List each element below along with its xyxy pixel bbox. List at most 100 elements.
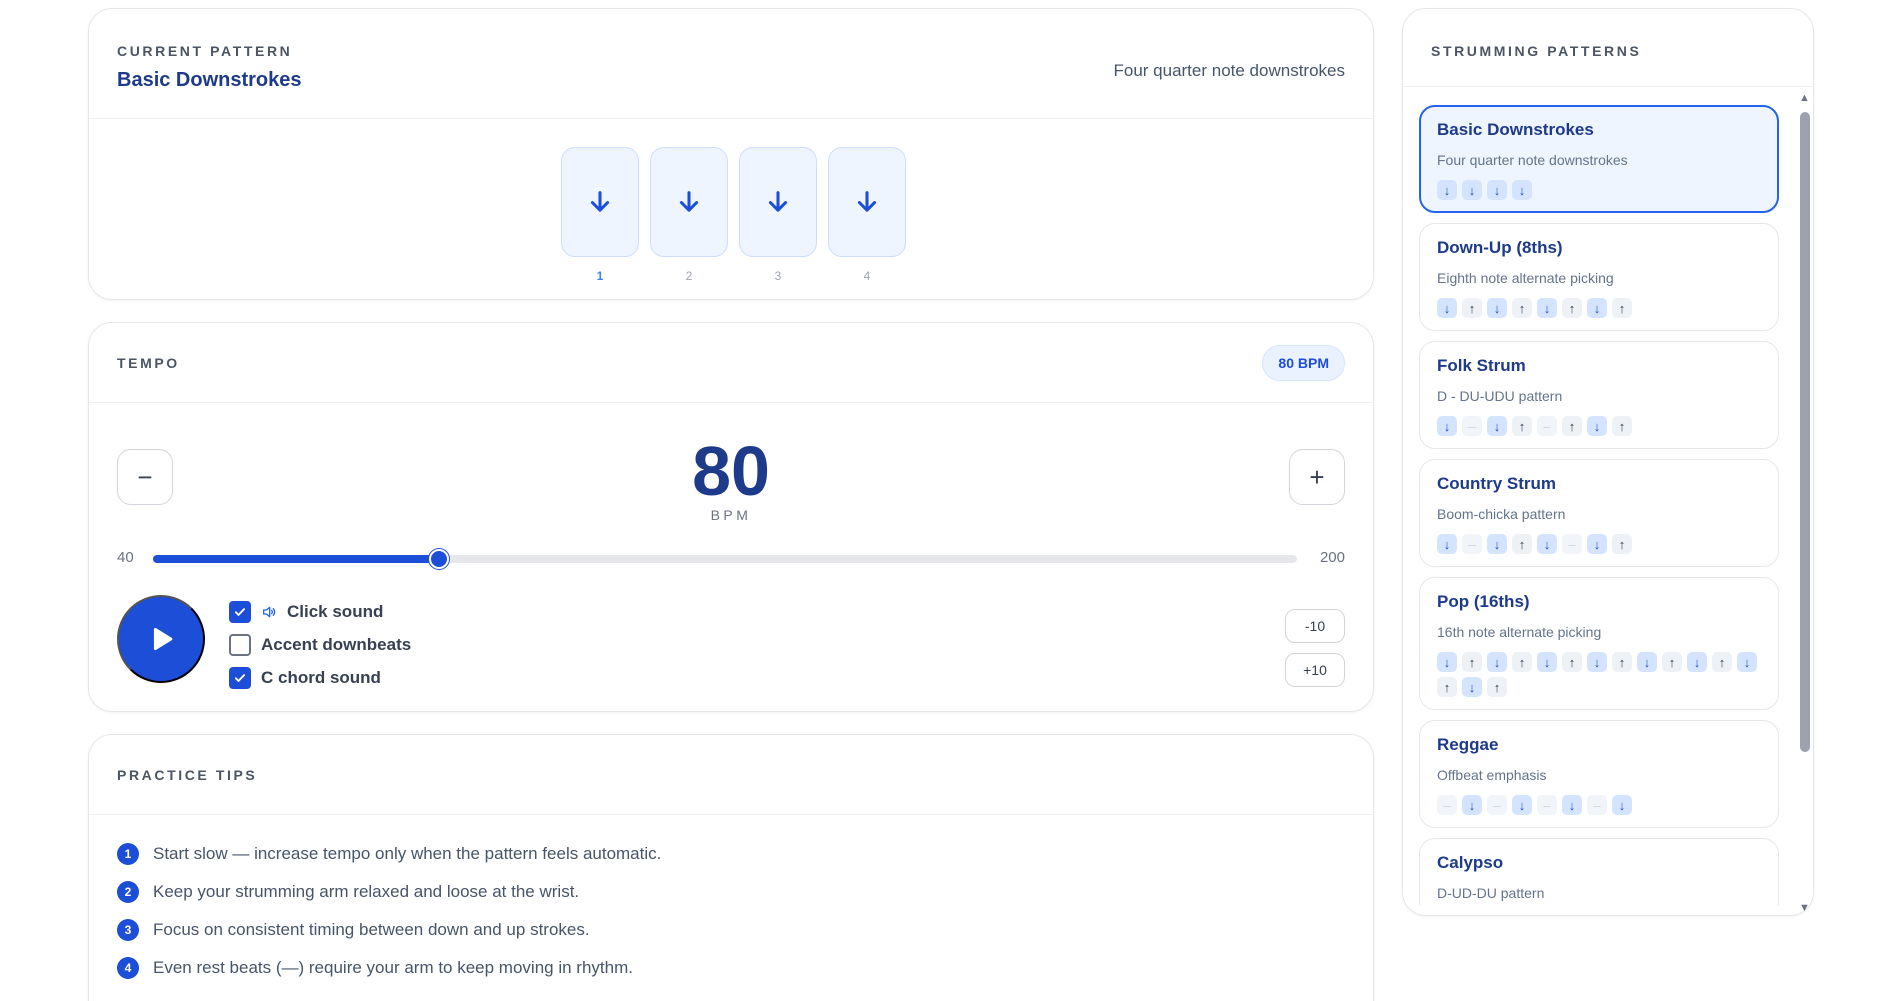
beat-3: 3 <box>739 147 817 283</box>
arrow-down-icon <box>590 191 610 212</box>
click-sound-label: Click sound <box>287 601 384 621</box>
rest-dash-icon: – <box>1462 534 1482 554</box>
beat-number: 1 <box>596 269 604 283</box>
pattern-description: Offbeat emphasis <box>1437 767 1547 783</box>
pattern-list: Basic Downstrokes Four quarter note downs… <box>1419 105 1779 905</box>
practice-tips-card: PRACTICE TIPS 1 Start slow — increase tem… <box>88 734 1374 1001</box>
arrow-up-icon: ↑ <box>1562 652 1582 672</box>
arrow-down-icon <box>857 191 877 212</box>
arrow-down-icon: ↓ <box>1512 795 1532 815</box>
tip-text: Start slow — increase tempo only when th… <box>153 844 662 863</box>
strumming-patterns-header: STRUMMING PATTERNS <box>1403 9 1813 87</box>
bpm-badge: 80 BPM <box>1262 345 1345 381</box>
pattern-card[interactable]: Down-Up (8ths) Eighth note alternate pick… <box>1419 223 1779 331</box>
pattern-strokes: ↓ – ↓ ↑ – ↑ ↓ ↑ <box>1437 416 1761 436</box>
option-c-chord-sound[interactable]: C chord sound <box>229 661 411 694</box>
tempo-min-label: 40 <box>117 549 134 566</box>
rest-dash-icon: – <box>1537 416 1557 436</box>
current-pattern-eyebrow: CURRENT PATTERN <box>117 43 293 59</box>
strumming-patterns-panel: STRUMMING PATTERNS Basic Downstrokes Four… <box>1402 8 1814 916</box>
play-button[interactable] <box>117 595 205 683</box>
pattern-strokes: ↓ ↑ ↓ ↑ ↓ ↑ ↓ ↑ ↓ ↑ ↓ ↑ ↓ ↑ ↓ ↑ <box>1437 652 1761 697</box>
tempo-eyebrow: TEMPO <box>117 355 180 371</box>
tempo-slider-thumb[interactable] <box>429 549 449 569</box>
c-chord-sound-checkbox[interactable] <box>229 666 251 689</box>
pattern-description: 16th note alternate picking <box>1437 624 1602 640</box>
arrow-down-icon: ↓ <box>1637 652 1657 672</box>
beat-number: 2 <box>685 269 693 283</box>
tempo-slider-fill <box>153 555 439 563</box>
checkmark-icon <box>234 673 246 682</box>
arrow-down-icon: ↓ <box>1437 180 1457 200</box>
pattern-description: Boom-chicka pattern <box>1437 506 1566 522</box>
click-sound-checkbox[interactable] <box>229 600 251 623</box>
arrow-down-icon: ↓ <box>1612 795 1632 815</box>
arrow-down-icon: ↓ <box>1462 795 1482 815</box>
tip-number-badge: 1 <box>117 843 139 865</box>
current-pattern-description: Four quarter note downstrokes <box>1113 61 1345 80</box>
arrow-up-icon: ↑ <box>1512 652 1532 672</box>
tempo-minus-10-button[interactable]: -10 <box>1285 609 1345 643</box>
pattern-name: Basic Downstrokes <box>1437 120 1594 139</box>
option-accent-downbeats[interactable]: Accent downbeats <box>229 628 411 661</box>
rest-dash-icon: – <box>1487 795 1507 815</box>
tip-number-badge: 3 <box>117 919 139 941</box>
arrow-up-icon: ↑ <box>1437 677 1457 697</box>
beat-number: 3 <box>774 269 782 283</box>
arrow-up-icon: ↑ <box>1462 652 1482 672</box>
arrow-up-icon: ↑ <box>1512 416 1532 436</box>
arrow-up-icon: ↑ <box>1612 298 1632 318</box>
rest-dash-icon: – <box>1587 795 1607 815</box>
pattern-strokes: ↓ ↑ ↓ ↑ ↓ ↑ ↓ ↑ <box>1437 298 1761 318</box>
play-icon <box>153 627 173 651</box>
beat-row: 1 2 3 4 <box>561 147 906 283</box>
current-pattern-title: Basic Downstrokes <box>117 69 302 91</box>
option-click-sound[interactable]: Click sound <box>229 595 411 628</box>
arrow-down-icon: ↓ <box>1537 298 1557 318</box>
arrow-down-icon: ↓ <box>1587 298 1607 318</box>
arrow-up-icon: ↑ <box>1562 298 1582 318</box>
pattern-name: Down-Up (8ths) <box>1437 238 1563 257</box>
arrow-up-icon: ↑ <box>1512 534 1532 554</box>
rest-dash-icon: – <box>1462 416 1482 436</box>
tempo-slider[interactable] <box>153 549 1297 569</box>
pattern-strokes: ↓ – ↓ ↑ ↓ – ↓ ↑ <box>1437 534 1761 554</box>
arrow-up-icon: ↑ <box>1462 298 1482 318</box>
pattern-card[interactable]: Country Strum Boom-chicka pattern ↓ – ↓ ↑ ↓ – ↓ ↑ <box>1419 459 1779 567</box>
plus-icon: + <box>1309 461 1325 492</box>
increase-tempo-button[interactable]: + <box>1289 449 1345 505</box>
practice-tips-list: 1 Start slow — increase tempo only when t… <box>117 835 661 987</box>
arrow-up-icon: ↑ <box>1612 416 1632 436</box>
current-pattern-card: CURRENT PATTERN Basic Downstrokes Four q… <box>88 8 1374 300</box>
tip-number-badge: 2 <box>117 881 139 903</box>
pattern-card[interactable]: Pop (16ths) 16th note alternate picking ↓ ↑… <box>1419 577 1779 710</box>
tip-text: Focus on consistent timing between down … <box>153 920 590 939</box>
scroll-down-arrow-icon[interactable]: ▼ <box>1799 902 1810 914</box>
tip-text: Keep your strumming arm relaxed and loos… <box>153 882 580 901</box>
accent-downbeats-checkbox[interactable] <box>229 633 251 656</box>
beat-2: 2 <box>650 147 728 283</box>
pattern-card[interactable]: Folk Strum D - DU-UDU pattern ↓ – ↓ ↑ – ↑ ↓ ↑ <box>1419 341 1779 449</box>
arrow-down-icon: ↓ <box>1537 534 1557 554</box>
arrow-down-icon: ↓ <box>1537 652 1557 672</box>
pattern-description: D - DU-UDU pattern <box>1437 388 1563 404</box>
arrow-down-icon: ↓ <box>1512 180 1532 200</box>
scroll-up-arrow-icon[interactable]: ▲ <box>1799 92 1810 104</box>
checkmark-icon <box>234 607 246 616</box>
tempo-plus-10-button[interactable]: +10 <box>1285 653 1345 687</box>
arrow-down-icon: ↓ <box>1487 180 1507 200</box>
scrollbar-thumb[interactable] <box>1800 112 1810 752</box>
pattern-card[interactable]: CalypsoD-UD-DU pattern↓–↑↓–↓↑– <box>1419 838 1779 905</box>
arrow-down-icon: ↓ <box>1437 534 1457 554</box>
arrow-down-icon: ↓ <box>1437 298 1457 318</box>
pattern-card[interactable]: Basic Downstrokes Four quarter note downs… <box>1419 105 1779 213</box>
pattern-description: Four quarter note downstrokes <box>1437 152 1628 168</box>
arrow-down-icon: ↓ <box>1562 795 1582 815</box>
beat-number: 4 <box>863 269 871 283</box>
arrow-up-icon: ↑ <box>1487 677 1507 697</box>
pattern-card[interactable]: Reggae Offbeat emphasis – ↓ – ↓ – ↓ – ↓ <box>1419 720 1779 828</box>
arrow-down-icon: ↓ <box>1487 416 1507 436</box>
tip-item: 1 Start slow — increase tempo only when t… <box>117 835 661 873</box>
arrow-down-icon: ↓ <box>1487 652 1507 672</box>
pattern-list-scrollbar[interactable]: ▲ ▼ <box>1798 92 1810 914</box>
